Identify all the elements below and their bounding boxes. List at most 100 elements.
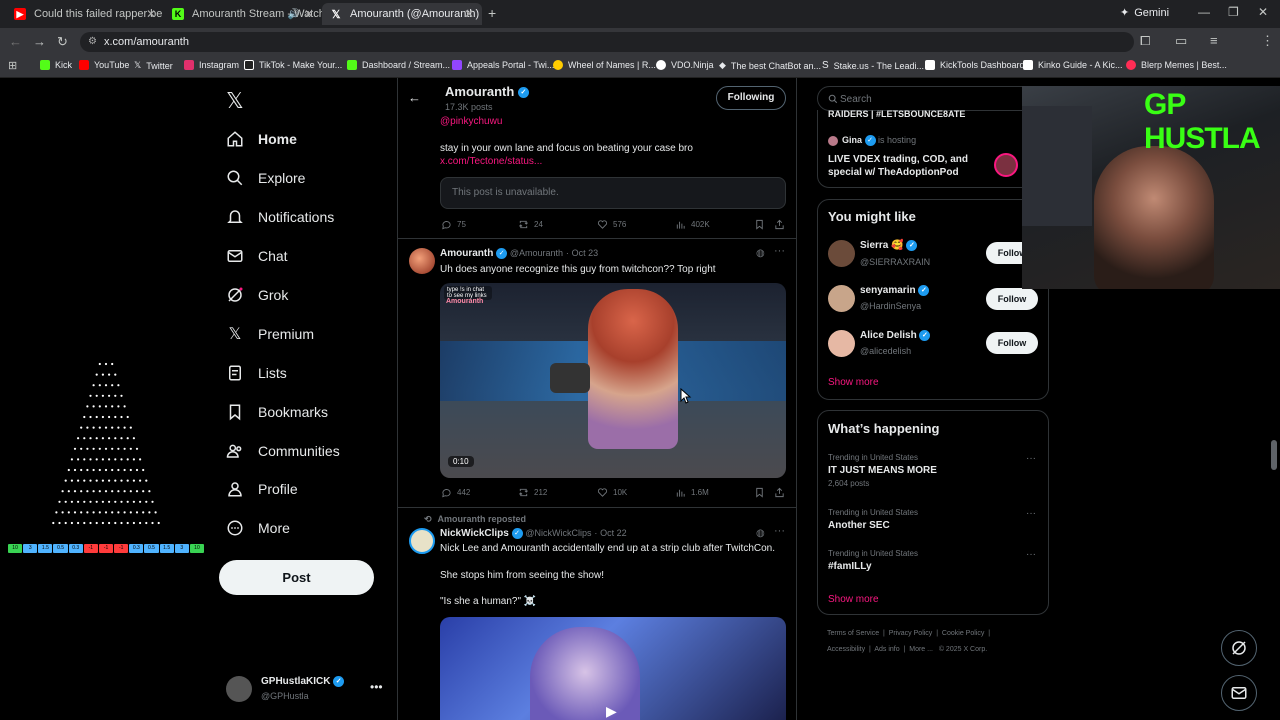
- sidebar-item-more[interactable]: More: [226, 519, 290, 537]
- new-tab-icon[interactable]: +: [488, 5, 496, 21]
- show-more-link[interactable]: Show more: [828, 377, 879, 388]
- scrollbar[interactable]: [1271, 440, 1277, 470]
- avatar[interactable]: [828, 285, 855, 312]
- author-handle[interactable]: @Amouranth: [510, 248, 563, 258]
- browser-tab[interactable]: ▶ Could this failed rapper be the ✕: [6, 3, 164, 25]
- gemini-button[interactable]: ✦ Gemini: [1120, 6, 1169, 20]
- menu-dots-icon[interactable]: ⋮: [1261, 33, 1274, 49]
- live-host[interactable]: Gina ✓ is hosting: [842, 135, 916, 147]
- trend-more-icon[interactable]: ···: [1026, 508, 1036, 519]
- back-icon[interactable]: ←: [9, 34, 22, 49]
- avatar[interactable]: [409, 248, 435, 274]
- sidebar-item-notifications[interactable]: Notifications: [226, 208, 334, 226]
- reply-action[interactable]: 75: [441, 219, 466, 230]
- sidebar-item-chat[interactable]: Chat: [226, 247, 288, 265]
- post-button[interactable]: Post: [219, 560, 374, 595]
- grok-icon[interactable]: ◍: [756, 248, 765, 259]
- bookmark-item[interactable]: 𝕏 Twitter: [134, 60, 173, 71]
- sidebar-item-premium[interactable]: 𝕏 Premium: [226, 325, 314, 343]
- bookmark-icon[interactable]: [754, 487, 765, 498]
- share-icon[interactable]: [774, 487, 785, 498]
- footer-link[interactable]: More ...: [909, 646, 933, 653]
- extensions-icon[interactable]: ⧠: [1140, 33, 1150, 49]
- reload-icon[interactable]: ↻: [57, 34, 68, 50]
- share-icon[interactable]: [774, 219, 785, 230]
- trend-more-icon[interactable]: ···: [1026, 453, 1036, 464]
- avatar[interactable]: [828, 240, 855, 267]
- post-link[interactable]: x.com/Tectone/status...: [440, 156, 542, 167]
- address-bar[interactable]: ⚙ x.com/amouranth: [80, 32, 1134, 52]
- sidebar-item-explore[interactable]: Explore: [226, 169, 305, 187]
- close-icon[interactable]: ✕: [464, 7, 474, 21]
- sidebar-item-profile[interactable]: Profile: [226, 480, 298, 498]
- bookmark-item[interactable]: Appeals Portal - Twi...: [452, 60, 554, 70]
- apps-grid-icon[interactable]: ⊞: [8, 59, 17, 72]
- footer-link[interactable]: Cookie Policy: [942, 630, 984, 637]
- sidebar-item-communities[interactable]: Communities: [226, 442, 340, 460]
- bookmark-item[interactable]: ◆ The best ChatBot an...: [719, 60, 821, 71]
- trend-item[interactable]: Trending in United States Another SEC: [828, 508, 918, 531]
- follow-button[interactable]: Follow: [986, 288, 1038, 310]
- more-options-icon[interactable]: ···: [774, 245, 785, 257]
- bookmark-item[interactable]: YouTube: [79, 60, 129, 70]
- bookmark-item[interactable]: KickTools Dashboard: [925, 60, 1025, 70]
- search-input[interactable]: Search: [817, 86, 1049, 111]
- author-name[interactable]: Amouranth: [440, 248, 493, 259]
- show-more-link[interactable]: Show more: [828, 594, 879, 605]
- forward-icon[interactable]: →: [33, 34, 46, 49]
- messages-float-button[interactable]: [1221, 675, 1257, 711]
- post-video[interactable]: type !s in chat to see my links Amourant…: [440, 283, 786, 478]
- post-date[interactable]: Oct 22: [600, 528, 627, 538]
- account-name[interactable]: GPHustlaKICK ✓: [261, 676, 345, 687]
- live-title[interactable]: LIVE VDEX trading, COD, and special w/ T…: [828, 153, 988, 179]
- bookmark-item[interactable]: Dashboard / Stream...: [347, 60, 450, 70]
- browser-tab-active[interactable]: 𝕏 Amouranth (@Amouranth) / X ✕: [322, 3, 482, 25]
- avatar[interactable]: [828, 330, 855, 357]
- views-action[interactable]: 1.6M: [675, 487, 709, 498]
- sidebar-item-grok[interactable]: Grok: [226, 286, 288, 304]
- author-handle[interactable]: @NickWickClips: [525, 528, 591, 538]
- bookmark-item[interactable]: Blerp Memes | Best...: [1126, 60, 1227, 70]
- grok-float-button[interactable]: [1221, 630, 1257, 666]
- play-icon[interactable]: ▶: [606, 703, 617, 720]
- restore-icon[interactable]: ❐: [1228, 5, 1239, 19]
- bookmark-item[interactable]: TikTok - Make Your...: [244, 60, 342, 70]
- views-action[interactable]: 402K: [675, 219, 710, 230]
- sidebar-item-home[interactable]: Home: [226, 130, 297, 148]
- sidebar-item-bookmarks[interactable]: Bookmarks: [226, 403, 328, 421]
- browser-tab[interactable]: K Amouranth Stream - Watch 🔊 ✕: [164, 3, 322, 25]
- back-arrow-icon[interactable]: ←: [408, 90, 421, 105]
- trend-item[interactable]: Trending in United States IT JUST MEANS …: [828, 453, 937, 488]
- like-action[interactable]: 10K: [597, 487, 627, 498]
- cast-icon[interactable]: ▭: [1175, 33, 1187, 49]
- trend-item[interactable]: Trending in United States #famILLy: [828, 549, 918, 572]
- footer-link[interactable]: Ads info: [874, 646, 899, 653]
- bookmark-item[interactable]: S Stake.us - The Leadi...: [822, 60, 924, 71]
- trend-more-icon[interactable]: ···: [1026, 549, 1036, 560]
- user-name[interactable]: Alice Delish ✓: [860, 330, 931, 341]
- sidebar-item-lists[interactable]: Lists: [226, 364, 287, 382]
- follow-button[interactable]: Follow: [986, 332, 1038, 354]
- bookmark-item[interactable]: VDO.Ninja: [656, 60, 714, 70]
- user-name[interactable]: Sierra 🥰 ✓: [860, 240, 918, 251]
- repost-action[interactable]: 24: [518, 219, 543, 230]
- bookmark-icon[interactable]: [754, 219, 765, 230]
- bookmark-item[interactable]: Kinko Guide - A Kic...: [1023, 60, 1123, 70]
- close-icon[interactable]: ✕: [146, 7, 156, 21]
- close-icon[interactable]: ✕: [304, 7, 314, 21]
- footer-link[interactable]: Terms of Service: [827, 630, 879, 637]
- live-avatar[interactable]: [994, 153, 1018, 177]
- user-name[interactable]: senyamarin ✓: [860, 285, 930, 296]
- footer-link[interactable]: Accessibility: [827, 646, 865, 653]
- bookmark-item[interactable]: Instagram: [184, 60, 239, 70]
- author-name[interactable]: NickWickClips: [440, 528, 509, 539]
- speaker-icon[interactable]: 🔊: [288, 9, 300, 20]
- post-video[interactable]: ▶: [440, 617, 786, 720]
- bookmark-item[interactable]: Wheel of Names | R...: [553, 60, 656, 70]
- like-action[interactable]: 576: [597, 219, 626, 230]
- footer-link[interactable]: Privacy Policy: [889, 630, 933, 637]
- post-date[interactable]: Oct 23: [572, 248, 599, 258]
- grok-icon[interactable]: ◍: [756, 528, 765, 539]
- minimize-icon[interactable]: —: [1198, 5, 1210, 19]
- avatar[interactable]: [828, 136, 838, 146]
